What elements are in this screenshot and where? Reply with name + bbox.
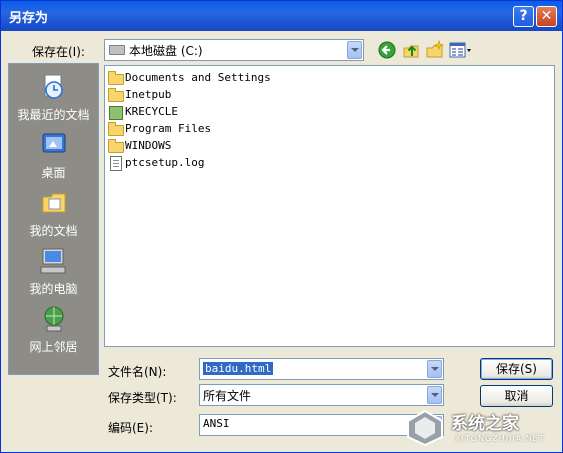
- save-in-dropdown[interactable]: 本地磁盘 (C:): [104, 39, 364, 61]
- window-title: 另存为: [9, 11, 49, 26]
- place-recent-documents[interactable]: 我最近的文档: [9, 72, 98, 130]
- list-item[interactable]: KRECYCLE: [107, 103, 407, 120]
- save-in-label: 保存在(I):: [32, 45, 85, 59]
- my-documents-icon: [42, 193, 66, 213]
- list-item[interactable]: WINDOWS: [107, 137, 407, 154]
- chevron-down-icon[interactable]: [427, 360, 442, 378]
- title-bar[interactable]: 另存为 ? ✕: [1, 1, 562, 31]
- place-network-places[interactable]: 网上邻居: [9, 304, 98, 362]
- list-item[interactable]: Documents and Settings: [107, 69, 407, 86]
- filename-input[interactable]: baidu.html: [199, 358, 444, 380]
- watermark-subtext: XITONGZHIJIA.NET: [455, 434, 545, 443]
- cancel-button[interactable]: 取消: [480, 385, 553, 407]
- place-label: 我的电脑: [29, 282, 78, 296]
- views-menu-icon[interactable]: [449, 40, 473, 60]
- place-label: 网上邻居: [29, 340, 78, 354]
- file-name: Program Files: [125, 122, 212, 135]
- folder-icon: [107, 139, 124, 153]
- document-icon: [107, 156, 123, 171]
- places-bar: 我最近的文档 桌面 我的文档 我的电脑 网上邻居: [8, 63, 99, 375]
- new-folder-icon[interactable]: [425, 40, 445, 60]
- recent-documents-icon: [44, 74, 63, 99]
- list-item[interactable]: ptcsetup.log: [107, 154, 407, 171]
- encoding-label: 编码(E):: [108, 421, 153, 435]
- file-name: KRECYCLE: [125, 105, 178, 118]
- local-disk-icon: [109, 45, 125, 55]
- file-name: Inetpub: [125, 88, 172, 101]
- file-name: ptcsetup.log: [125, 156, 205, 169]
- file-list[interactable]: Documents and Settings Inetpub KRECYCLE …: [104, 65, 555, 347]
- my-computer-icon: [40, 248, 66, 274]
- back-icon[interactable]: [377, 40, 397, 60]
- recycle-bin-icon: [107, 105, 123, 120]
- close-button[interactable]: ✕: [536, 6, 557, 27]
- help-button[interactable]: ?: [513, 6, 534, 27]
- encoding-value: ANSI: [203, 417, 230, 430]
- filetype-dropdown[interactable]: 所有文件: [199, 384, 444, 406]
- chevron-down-icon[interactable]: [427, 386, 442, 404]
- filetype-label: 保存类型(T):: [108, 391, 177, 405]
- chevron-down-icon[interactable]: [347, 41, 362, 59]
- folder-icon: [107, 122, 124, 136]
- watermark: 系统之家 XITONGZHIJIA.NET: [401, 405, 561, 451]
- file-name: Documents and Settings: [125, 71, 271, 84]
- place-label: 我最近的文档: [17, 108, 90, 122]
- save-as-dialog: 另存为 ? ✕ 保存在(I): 本地磁盘 (C:) 我最近的文档 桌面 我的文档…: [0, 0, 563, 453]
- filetype-value: 所有文件: [203, 389, 252, 403]
- place-label: 桌面: [41, 166, 66, 180]
- save-in-value: 本地磁盘 (C:): [129, 44, 203, 58]
- save-button[interactable]: 保存(S): [480, 358, 553, 380]
- filename-value: baidu.html: [203, 362, 274, 375]
- place-my-documents[interactable]: 我的文档: [9, 188, 98, 246]
- place-desktop[interactable]: 桌面: [9, 130, 98, 188]
- filename-label: 文件名(N):: [108, 365, 167, 379]
- place-label: 我的文档: [29, 224, 78, 238]
- up-folder-icon[interactable]: [401, 40, 421, 60]
- folder-icon: [107, 71, 124, 85]
- watermark-logo-icon: [407, 409, 443, 447]
- place-my-computer[interactable]: 我的电脑: [9, 246, 98, 304]
- file-name: WINDOWS: [125, 139, 172, 152]
- list-item[interactable]: Inetpub: [107, 86, 407, 103]
- folder-icon: [107, 88, 124, 102]
- network-places-icon: [44, 306, 64, 332]
- watermark-text: 系统之家: [451, 414, 519, 434]
- list-item[interactable]: Program Files: [107, 120, 407, 137]
- desktop-icon: [42, 133, 66, 153]
